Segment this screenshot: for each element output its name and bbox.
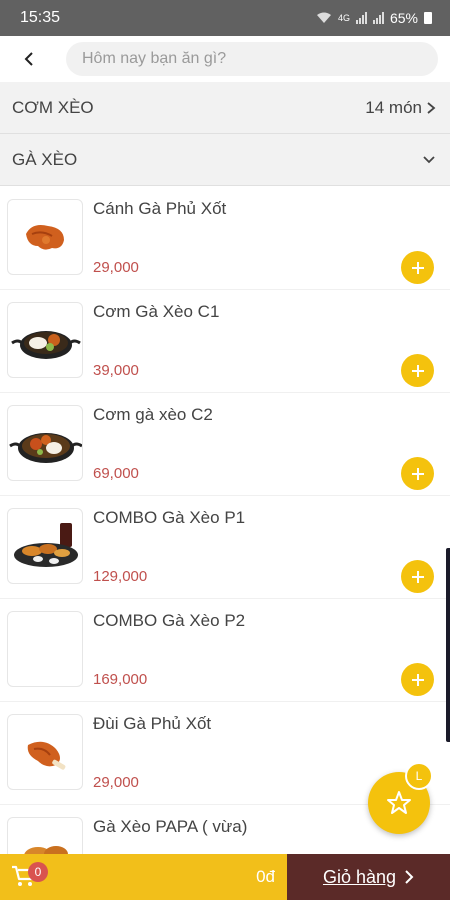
item-image: [7, 714, 83, 790]
chicken-drumstick-image: [27, 741, 66, 770]
menu-item[interactable]: Cơm Gà Xèo C1 39,000: [0, 290, 450, 393]
plus-icon: [411, 467, 424, 480]
menu-item[interactable]: COMBO Gà Xèo P1 129,000: [0, 496, 450, 599]
battery-icon: [424, 12, 432, 24]
menu-item[interactable]: Cơm gà xèo C2 69,000: [0, 393, 450, 496]
cart-button-label: Giỏ hàng: [322, 866, 397, 887]
fried-chicken-image: [24, 846, 68, 854]
search-header: [0, 36, 450, 82]
item-price: 29,000: [93, 774, 139, 791]
menu-item[interactable]: COMBO Gà Xèo P2 169,000: [0, 599, 450, 702]
combo-platter-image: [14, 523, 78, 567]
signal-icon: [355, 12, 367, 24]
add-to-cart-button[interactable]: [401, 663, 434, 696]
category-ga-xeo[interactable]: GÀ XÈO: [0, 134, 450, 186]
item-image: [7, 508, 83, 584]
back-button[interactable]: [6, 36, 52, 82]
item-name: COMBO Gà Xèo P2: [93, 611, 246, 630]
wifi-icon: [316, 12, 331, 23]
rice-pan-image: [9, 433, 82, 463]
plus-icon: [411, 364, 424, 377]
status-time: 15:35: [20, 9, 61, 26]
category-label: GÀ XÈO: [12, 149, 78, 169]
menu-item[interactable]: Cánh Gà Phủ Xốt 29,000: [0, 187, 450, 290]
chevron-right-icon: [427, 101, 436, 114]
category-count: 14 món: [365, 97, 422, 117]
cart-bar: 0 0đ Giỏ hàng: [0, 854, 450, 900]
cart-count-badge: 0: [28, 862, 48, 882]
item-name: Đùi Gà Phủ Xốt: [93, 714, 212, 733]
fab-badge: L: [405, 762, 433, 790]
item-image: [7, 611, 83, 687]
network-type: 4G: [337, 13, 350, 23]
item-name: Cơm Gà Xèo C1: [93, 302, 220, 321]
chicken-wing-image: [26, 225, 64, 250]
status-bar: 15:35 4G 65%: [0, 0, 450, 36]
item-price: 169,000: [93, 671, 148, 688]
item-price: 39,000: [93, 362, 139, 379]
side-panel-handle[interactable]: [446, 548, 450, 742]
battery-percent: 65%: [389, 10, 418, 26]
chevron-right-icon: [405, 870, 414, 884]
item-name: Gà Xèo PAPA ( vừa): [93, 817, 248, 836]
chevron-down-icon: [423, 155, 435, 163]
item-image: [7, 199, 83, 275]
cart-summary[interactable]: 0 0đ: [0, 854, 287, 900]
chevron-left-icon: [24, 52, 33, 66]
item-image: [7, 302, 83, 378]
plus-icon: [411, 570, 424, 583]
item-price: 129,000: [93, 568, 148, 585]
add-to-cart-button[interactable]: [401, 354, 434, 387]
status-icons: 4G 65%: [316, 10, 432, 26]
item-price: 29,000: [93, 259, 139, 276]
category-com-xeo[interactable]: CƠM XÈO 14 món: [0, 82, 450, 134]
add-to-cart-button[interactable]: [401, 251, 434, 284]
add-to-cart-button[interactable]: [401, 560, 434, 593]
star-icon: [387, 791, 411, 814]
add-to-cart-button[interactable]: [401, 457, 434, 490]
item-name: COMBO Gà Xèo P1: [93, 508, 246, 527]
item-image: [7, 817, 83, 854]
rice-pan-image: [11, 331, 81, 359]
item-price: 69,000: [93, 465, 139, 482]
menu-item-list: Cánh Gà Phủ Xốt 29,000 Cơm Gà Xèo C1 39,…: [0, 187, 450, 854]
cart-button[interactable]: Giỏ hàng: [287, 854, 450, 900]
signal-icon-2: [372, 12, 384, 24]
item-image: [7, 405, 83, 481]
item-name: Cơm gà xèo C2: [93, 405, 213, 424]
plus-icon: [411, 673, 424, 686]
category-label: CƠM XÈO: [12, 97, 94, 117]
search-input[interactable]: [66, 42, 438, 76]
item-name: Cánh Gà Phủ Xốt: [93, 199, 227, 218]
cart-total: 0đ: [256, 867, 275, 886]
plus-icon: [411, 261, 424, 274]
